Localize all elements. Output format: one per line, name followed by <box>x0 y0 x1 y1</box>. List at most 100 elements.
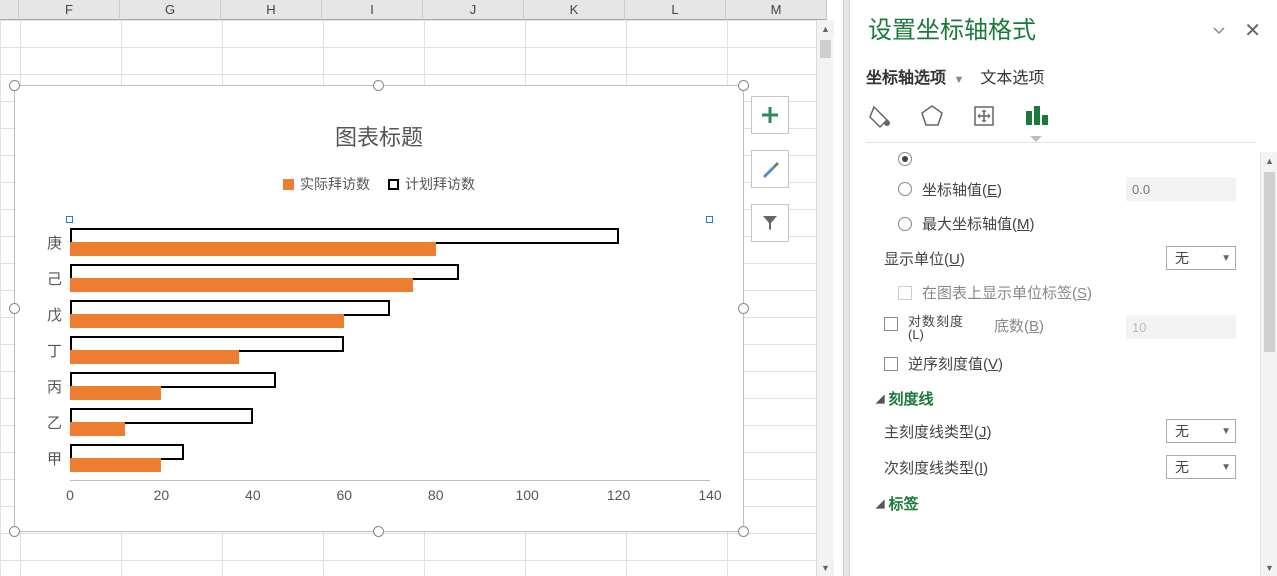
embedded-chart[interactable]: 图表标题 实际拜访数 计划拜访数 庚己戊丁丙乙甲 020406080100120… <box>14 85 744 532</box>
section-labels[interactable]: ◢ 标签 <box>850 485 1260 518</box>
pane-icons-underline <box>866 142 1256 143</box>
x-tick-label: 0 <box>66 487 74 503</box>
plot-area[interactable]: 庚己戊丁丙乙甲 <box>70 224 710 476</box>
chart-add-element-button[interactable] <box>751 96 789 134</box>
section-caret-icon: ◢ <box>876 497 884 510</box>
display-unit-select[interactable]: 无 ▼ <box>1166 246 1236 270</box>
bar-row[interactable]: 丙 <box>70 368 710 404</box>
major-tick-row: 主刻度线类型(J) 无 ▼ <box>850 413 1260 449</box>
bar-row[interactable]: 丁 <box>70 332 710 368</box>
col-header-H[interactable]: H <box>221 0 322 20</box>
resize-handle-e[interactable] <box>738 303 749 314</box>
section-tick-marks[interactable]: ◢ 刻度线 <box>850 380 1260 413</box>
col-header-J[interactable]: J <box>423 0 524 20</box>
bar-row[interactable]: 己 <box>70 260 710 296</box>
bar-actual[interactable] <box>70 350 239 364</box>
select-all-corner[interactable] <box>0 0 19 20</box>
minor-tick-value: 无 <box>1175 457 1189 477</box>
category-label: 丁 <box>22 332 62 368</box>
chart-tool-buttons <box>751 96 793 258</box>
tab-text-options[interactable]: 文本选项 <box>980 64 1044 88</box>
effects-icon[interactable] <box>918 102 946 130</box>
checkbox-icon[interactable] <box>884 357 898 371</box>
pane-divider[interactable] <box>843 0 850 576</box>
fill-line-icon[interactable] <box>866 102 894 130</box>
axis-value-input[interactable]: 0.0 <box>1126 177 1236 201</box>
scroll-up-arrow-icon[interactable]: ▲ <box>1261 152 1277 169</box>
resize-handle-sw[interactable] <box>9 526 20 537</box>
resize-handle-ne[interactable] <box>738 80 749 91</box>
show-unit-on-chart-label: 在图表上显示单位标签(S) <box>922 282 1092 303</box>
bar-actual[interactable] <box>70 314 344 328</box>
chevron-down-icon: ▼ <box>1221 253 1231 264</box>
scroll-thumb[interactable] <box>820 40 831 58</box>
radio-axis-value-option[interactable]: 坐标轴值(E) 0.0 <box>850 171 1260 207</box>
sheet-vertical-scrollbar[interactable]: ▲ ▼ <box>816 20 833 576</box>
chart-filter-button[interactable] <box>751 204 789 242</box>
log-base-input[interactable]: 10 <box>1126 315 1236 339</box>
resize-handle-n[interactable] <box>373 80 384 91</box>
radio-axis-value-label: 坐标轴值(E) <box>922 179 1002 200</box>
close-icon: ✕ <box>1244 20 1261 42</box>
major-tick-select[interactable]: 无 ▼ <box>1166 419 1236 443</box>
chart-styles-button[interactable] <box>751 150 789 188</box>
pane-options-dropdown-icon[interactable] <box>1213 23 1225 38</box>
pane-close-button[interactable]: ✕ <box>1244 18 1261 43</box>
show-unit-label-checkbox-row: 在图表上显示单位标签(S) <box>850 276 1260 309</box>
bar-actual[interactable] <box>70 278 413 292</box>
bar-actual[interactable] <box>70 458 161 472</box>
col-header-L[interactable]: L <box>625 0 726 20</box>
legend-swatch-solid-icon <box>283 179 294 190</box>
radio-max-axis-value-option[interactable]: 最大坐标轴值(M) <box>850 207 1260 240</box>
checkbox-icon[interactable] <box>898 286 912 300</box>
x-tick-label: 100 <box>515 487 538 503</box>
axis-options-icon[interactable] <box>1022 102 1050 130</box>
category-label: 戊 <box>22 296 62 332</box>
display-unit-value: 无 <box>1175 248 1189 268</box>
brush-icon <box>760 159 780 179</box>
bar-row[interactable]: 甲 <box>70 440 710 476</box>
spreadsheet-area: F G H I J K L M ▲ ▼ 图表标题 实际拜访数 <box>0 0 833 576</box>
legend-item-plan[interactable]: 计划拜访数 <box>388 174 475 194</box>
scroll-down-arrow-icon[interactable]: ▼ <box>817 559 834 576</box>
tab-axis-options-label: 坐标轴选项 <box>866 70 946 87</box>
pane-category-icons <box>866 102 1050 140</box>
col-header-G[interactable]: G <box>120 0 221 20</box>
axis-selection-handle-left[interactable] <box>66 216 73 223</box>
resize-handle-nw[interactable] <box>9 80 20 91</box>
radio-auto-option-cutoff[interactable]: x <box>850 152 1260 171</box>
x-axis[interactable]: 020406080100120140 <box>70 480 710 505</box>
size-properties-icon[interactable] <box>970 102 998 130</box>
scroll-thumb[interactable] <box>1264 172 1275 352</box>
x-tick-label: 60 <box>336 487 352 503</box>
radio-icon <box>898 217 912 231</box>
bar-row[interactable]: 戊 <box>70 296 710 332</box>
legend-label-plan: 计划拜访数 <box>405 174 475 194</box>
bar-actual[interactable] <box>70 386 161 400</box>
pane-body: x 坐标轴值(E) 0.0 最大坐标轴值(M) 显示单位(U) 无 ▼ 在图表上… <box>850 152 1260 576</box>
resize-handle-s[interactable] <box>373 526 384 537</box>
legend-item-actual[interactable]: 实际拜访数 <box>283 174 370 194</box>
resize-handle-w[interactable] <box>9 303 20 314</box>
col-header-F[interactable]: F <box>19 0 120 20</box>
tab-axis-options[interactable]: 坐标轴选项 ▼ <box>866 64 964 88</box>
chart-title[interactable]: 图表标题 <box>15 120 743 152</box>
pane-vertical-scrollbar[interactable]: ▲ ▼ <box>1260 152 1277 576</box>
col-header-M[interactable]: M <box>726 0 827 20</box>
axis-selection-handle-right[interactable] <box>706 216 713 223</box>
chart-legend[interactable]: 实际拜访数 计划拜访数 <box>15 174 743 194</box>
reverse-order-row[interactable]: 逆序刻度值(V) <box>850 347 1260 380</box>
scroll-down-arrow-icon[interactable]: ▼ <box>1261 559 1277 576</box>
resize-handle-se[interactable] <box>738 526 749 537</box>
bar-actual[interactable] <box>70 242 436 256</box>
bar-row[interactable]: 乙 <box>70 404 710 440</box>
col-header-K[interactable]: K <box>524 0 625 20</box>
scroll-up-arrow-icon[interactable]: ▲ <box>817 20 834 37</box>
col-header-I[interactable]: I <box>322 0 423 20</box>
display-unit-row: 显示单位(U) 无 ▼ <box>850 240 1260 276</box>
minor-tick-select[interactable]: 无 ▼ <box>1166 455 1236 479</box>
bar-row[interactable]: 庚 <box>70 224 710 260</box>
checkbox-icon[interactable] <box>884 317 898 331</box>
log-scale-label-fragment: 对数刻度 (L) <box>908 315 964 341</box>
bar-actual[interactable] <box>70 422 125 436</box>
